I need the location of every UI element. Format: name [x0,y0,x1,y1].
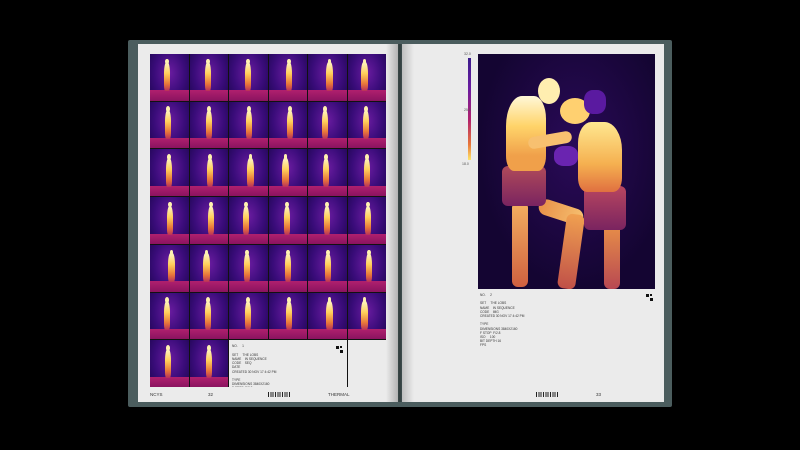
thermal-frame [189,197,228,244]
thermal-frame [189,101,228,149]
thermal-frame [268,54,307,101]
thermal-frame [268,197,307,244]
right-metadata-block: NO. 2 SET THE LOBS NAME IN SEQUENCE CODE… [480,293,525,348]
thermal-frame [347,244,386,292]
sequence-info-text: NO. 1 SET THE LOBS NAME IN SEQUENCE CODE… [232,344,277,387]
thermal-frame [229,244,268,292]
thermal-frame [189,244,228,292]
thermal-frame [229,149,268,197]
footer-left-label: NCYS [150,392,163,397]
thermal-frame [268,244,307,292]
thermal-frame [229,101,268,149]
thermal-frame [308,101,347,149]
thermal-frame [150,101,189,149]
thermal-frame [347,197,386,244]
thermal-frame [308,292,347,340]
thermal-frame [308,197,347,244]
thermal-frame [308,54,347,101]
thermal-frame [347,292,386,340]
registration-mark-icon [335,346,343,354]
thermal-frame [229,292,268,340]
thermal-frame [229,197,268,244]
thermal-frame [189,54,228,101]
thermal-frame [268,101,307,149]
thermal-frame-grid: NO. 1 SET THE LOBS NAME IN SEQUENCE CODE… [150,54,386,387]
left-barcode [268,392,290,397]
thermal-frame [150,197,189,244]
thermal-frame [308,149,347,197]
left-page-number: 32 [208,392,214,397]
thermal-frame [189,292,228,340]
thermal-frame [268,292,307,340]
thermal-frame [268,149,307,197]
blank-cell [347,340,386,387]
thermal-frame [347,54,386,101]
thermal-frame [229,54,268,101]
registration-mark-icon [646,294,653,301]
right-barcode [536,392,558,397]
section-label: THERMAL [328,392,350,397]
scale-mid-label: 25.0 [464,108,471,112]
right-page-number: 33 [596,392,602,397]
thermal-frame [308,244,347,292]
thermal-frame [150,340,189,387]
scale-bottom-label: 18.0 [462,162,469,166]
thermal-frame [150,54,189,101]
book-gutter [386,44,414,402]
thermal-frame [347,149,386,197]
thermal-frame [150,244,189,292]
thermal-fight-photo [478,54,655,289]
thermal-frame [150,149,189,197]
thermal-frame [189,149,228,197]
sequence-info-block: NO. 1 SET THE LOBS NAME IN SEQUENCE CODE… [229,340,347,387]
scale-top-label: 32.0 [464,52,471,56]
thermal-frame [189,340,228,387]
thermal-frame [347,101,386,149]
thermal-frame [150,292,189,340]
